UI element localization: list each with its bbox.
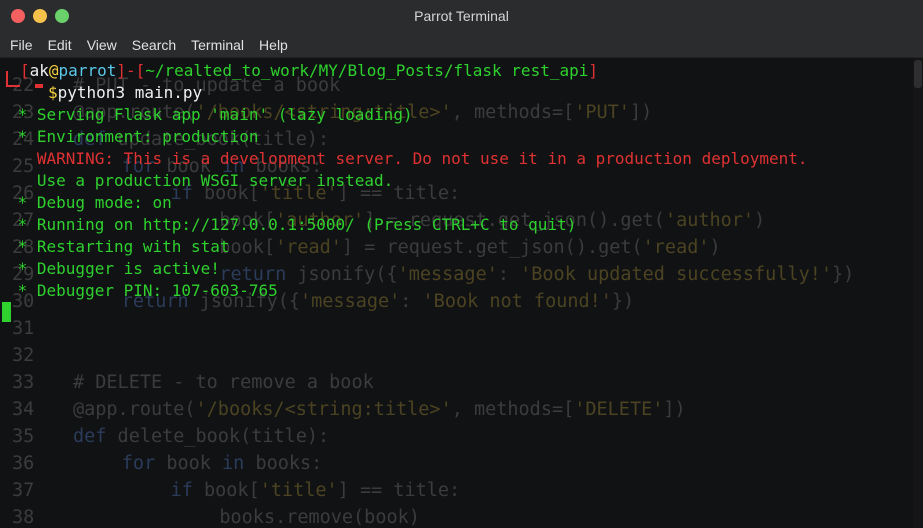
prompt-symbol: $ [48, 83, 58, 102]
code-line: 36 for book in books: [0, 450, 913, 477]
output-line: * Restarting with stat [8, 237, 230, 256]
line-number: 37 [12, 480, 35, 501]
code-line: 38 books.remove(book) [0, 504, 913, 528]
line-number: 33 [12, 372, 35, 393]
code-text: for book in books: [121, 453, 323, 474]
output-line: * Serving Flask app 'main' (lazy loading… [8, 105, 413, 124]
output-line: * Debugger PIN: 107-603-765 [8, 281, 278, 300]
code-line: 31 [0, 315, 913, 342]
code-text: books.remove(book) [219, 507, 420, 528]
menu-search[interactable]: Search [132, 37, 176, 53]
command-line: $python3 main.py [48, 82, 202, 104]
code-line: 35 def delete_book(title): [0, 423, 913, 450]
scrollbar-thumb[interactable] [914, 60, 922, 88]
output-line: Use a production WSGI server instead. [8, 171, 394, 190]
prompt-host: parrot [58, 61, 117, 80]
menu-file[interactable]: File [10, 37, 33, 53]
line-number: 32 [12, 345, 35, 366]
code-text: # DELETE - to remove a book [73, 372, 374, 393]
window-title: Parrot Terminal [414, 8, 509, 24]
output-line: * Debugger is active! [8, 259, 220, 278]
code-text: if book['title'] == title: [170, 480, 461, 501]
menu-terminal[interactable]: Terminal [191, 37, 244, 53]
code-line: 32 [0, 342, 913, 369]
line-number: 34 [12, 399, 35, 420]
menu-help[interactable]: Help [259, 37, 288, 53]
output-line: * Running on http://127.0.0.1:5000/ (Pre… [8, 215, 577, 234]
terminal-window: Parrot Terminal File Edit View Search Te… [0, 0, 923, 528]
code-line: 33 # DELETE - to remove a book [0, 369, 913, 396]
code-text: @app.route('/books/<string:title>', meth… [73, 399, 686, 420]
command-text: python3 main.py [57, 83, 203, 102]
terminal-area[interactable]: 22 # PUT - to update a book 23 @app.route('… [0, 58, 913, 528]
menu-edit[interactable]: Edit [48, 37, 72, 53]
prompt-path: ~/realted_to_work/MY/Blog_Posts/flask re… [145, 61, 589, 80]
scrollbar[interactable] [913, 58, 923, 528]
title-bar[interactable]: Parrot Terminal [0, 0, 923, 33]
prompt-user: ak [29, 61, 49, 80]
prompt-arrow-icon [35, 84, 43, 88]
prompt-line: [ak@parrot]-[~/realted_to_work/MY/Blog_P… [20, 61, 598, 80]
prompt-bracket-line [6, 71, 20, 87]
line-number: 38 [12, 507, 35, 528]
line-number: 31 [12, 318, 35, 339]
terminal-cursor [2, 302, 11, 322]
code-line: 34 @app.route('/books/<string:title>', me… [0, 396, 913, 423]
code-text: book['read'] = request.get_json().get('r… [219, 237, 721, 258]
menu-view[interactable]: View [87, 37, 117, 53]
output-line: * Environment: production [8, 127, 259, 146]
code-line: 37 if book['title'] == title: [0, 477, 913, 504]
code-text: def delete_book(title): [73, 426, 330, 447]
code-text: return jsonify({'message': 'Book updated… [219, 264, 855, 285]
output-line: WARNING: This is a development server. D… [8, 149, 808, 168]
line-number: 35 [12, 426, 35, 447]
menu-bar: File Edit View Search Terminal Help [0, 33, 923, 58]
prompt-at: @ [48, 61, 59, 80]
output-line: * Debug mode: on [8, 193, 172, 212]
line-number: 36 [12, 453, 35, 474]
